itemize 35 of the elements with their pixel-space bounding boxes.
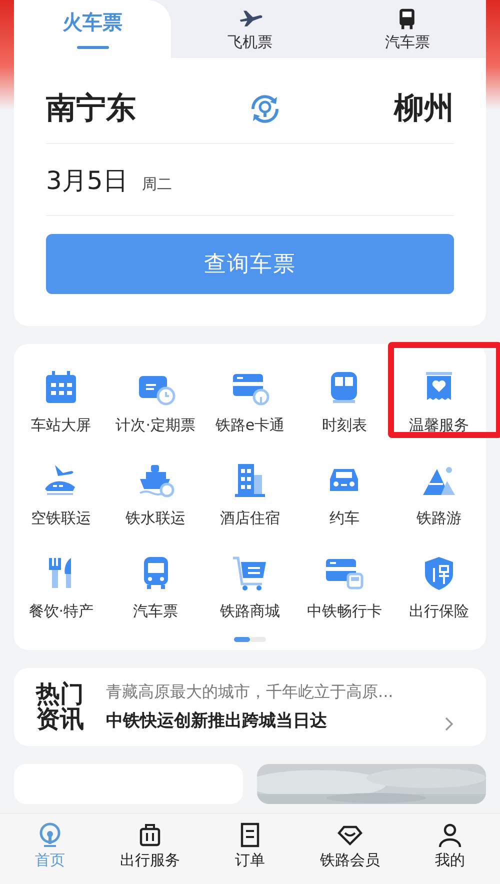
service-item[interactable]: 中铁畅行卡 bbox=[306, 602, 382, 621]
travel-date[interactable]: 3月5日 bbox=[46, 164, 128, 197]
person-icon bbox=[437, 822, 463, 848]
weekday-label: 周二 bbox=[142, 175, 172, 194]
service-item[interactable]: 汽车票 bbox=[133, 602, 178, 621]
service-item[interactable]: 空铁联运 bbox=[31, 509, 92, 528]
news-headline[interactable]: 中铁快运创新推出跨城当日达 bbox=[106, 709, 394, 732]
service-item[interactable]: 出行保险 bbox=[408, 602, 469, 621]
news-headline[interactable]: 青藏高原最大的城市，千年屹立于高原... bbox=[106, 682, 394, 704]
service-item[interactable]: 约车 bbox=[329, 509, 360, 528]
service-item[interactable]: 铁路游 bbox=[416, 509, 462, 528]
news-heading: 热门 bbox=[36, 682, 84, 708]
service-item[interactable]: 时刻表 bbox=[322, 416, 367, 435]
tab-underline bbox=[76, 46, 109, 49]
suitcase-icon bbox=[137, 822, 163, 848]
chevron-right-icon bbox=[444, 716, 454, 732]
railway-logo-icon bbox=[37, 822, 63, 848]
ticket-tab[interactable]: 飞机票 bbox=[171, 0, 329, 58]
nav-tab[interactable]: 出行服务 bbox=[100, 814, 200, 884]
service-item[interactable]: 餐饮·特产 bbox=[28, 602, 94, 621]
nav-tab[interactable]: 我的 bbox=[400, 814, 500, 884]
arrival-station[interactable]: 柳州 bbox=[394, 88, 454, 129]
nav-tab[interactable]: 订单 bbox=[200, 814, 300, 884]
service-item[interactable]: 车站大屏 bbox=[31, 416, 92, 435]
news-card[interactable]: 热门 资讯 青藏高原最大的城市，千年屹立于高原... 中铁快运创新推出跨城当日达 bbox=[14, 668, 486, 746]
service-item[interactable]: 温馨服务 bbox=[408, 416, 469, 435]
service-item[interactable]: 铁路商城 bbox=[220, 602, 280, 621]
service-item[interactable]: 酒店住宿 bbox=[220, 509, 280, 528]
ticket-tab[interactable]: 汽车票 bbox=[328, 0, 486, 58]
news-heading: 资讯 bbox=[36, 707, 84, 732]
service-item[interactable]: 铁水联运 bbox=[126, 509, 186, 528]
nav-tab[interactable]: 铁路会员 bbox=[300, 814, 400, 884]
service-item[interactable]: 铁路e卡通 bbox=[215, 416, 285, 435]
departure-station[interactable]: 南宁东 bbox=[46, 88, 136, 129]
service-item[interactable]: 计次·定期票 bbox=[116, 416, 196, 435]
